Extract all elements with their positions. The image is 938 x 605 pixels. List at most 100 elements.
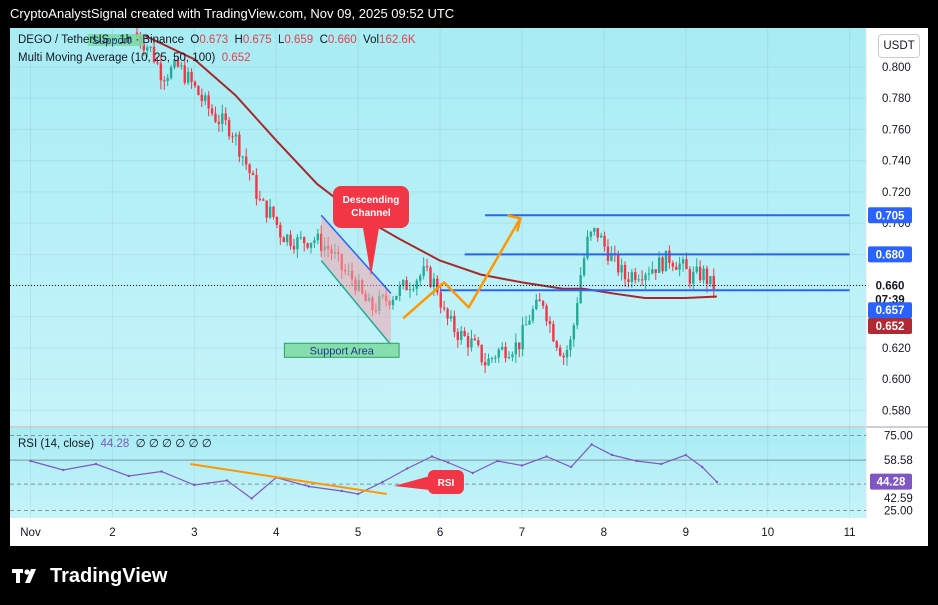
rsi-point xyxy=(356,492,360,496)
candle-body xyxy=(204,95,207,101)
ma-label: Multi Moving Average (10, 25, 50, 100) xyxy=(18,52,216,64)
candle-body xyxy=(463,330,466,337)
candle-body xyxy=(531,309,535,321)
legend-low: 0.659 xyxy=(284,34,314,46)
candle-body xyxy=(422,266,425,276)
x-tick-label: 7 xyxy=(519,527,525,539)
rsi-tick-upper: 75.00 xyxy=(884,431,913,443)
candle-body xyxy=(627,279,630,282)
candle-body xyxy=(313,240,316,243)
descending-channel-label-line2: Channel xyxy=(351,208,391,219)
candle-body xyxy=(303,237,306,244)
y-tick-label: 0.800 xyxy=(882,62,911,74)
badge-680: 0.680 xyxy=(876,249,905,261)
candle-body xyxy=(528,320,531,325)
rsi-point xyxy=(430,455,434,458)
candle-body xyxy=(620,264,623,273)
candle-body xyxy=(596,228,599,238)
candle-body xyxy=(296,237,299,250)
candle-body xyxy=(224,113,227,121)
candle-body xyxy=(483,362,487,366)
rsi-point xyxy=(160,470,163,473)
rsi-point xyxy=(307,485,311,488)
y-tick-label: 0.620 xyxy=(882,343,911,355)
candle-body xyxy=(200,95,204,101)
candle-body xyxy=(412,288,415,290)
candle-body xyxy=(514,342,518,355)
candle-body xyxy=(603,235,606,247)
legend-open: 0.673 xyxy=(199,34,229,46)
candle-body xyxy=(593,228,596,232)
candle-body xyxy=(190,71,193,82)
candle-body xyxy=(408,289,412,291)
price-chart[interactable]: Support AreaSupportDescendingChannel RSI… xyxy=(10,28,928,546)
candle-body xyxy=(275,216,279,225)
y-tick-label: 0.600 xyxy=(882,374,911,386)
candle-body xyxy=(599,235,603,238)
candle-body xyxy=(705,268,709,284)
candle-body xyxy=(210,108,214,114)
candle-body xyxy=(244,156,248,165)
rsi-legend: RSI (14, close) 44.28 ∅ ∅ ∅ ∅ ∅ ∅ xyxy=(18,436,212,450)
candle-body xyxy=(541,301,545,306)
candle-body xyxy=(299,237,302,239)
rsi-tick-lower: 42.59 xyxy=(884,493,913,505)
candle-body xyxy=(159,63,163,81)
candle-body xyxy=(637,279,640,281)
candle-body xyxy=(487,358,490,366)
candle-body xyxy=(654,269,657,273)
candle-body xyxy=(569,339,572,351)
candle-body xyxy=(439,292,442,308)
rsi-point xyxy=(610,453,614,457)
currency-button[interactable]: USDT xyxy=(878,34,920,58)
rsi-point xyxy=(496,459,499,463)
candle-body xyxy=(678,263,681,270)
x-tick-label: 5 xyxy=(355,527,361,539)
rsi-point xyxy=(250,497,253,500)
candle-body xyxy=(251,173,255,176)
candle-body xyxy=(166,78,169,81)
candle-body xyxy=(282,237,285,243)
candle-body xyxy=(193,81,197,87)
rsi-point xyxy=(660,462,663,466)
rsi-point xyxy=(700,465,704,469)
candle-body xyxy=(401,280,405,286)
candle-body xyxy=(668,250,671,263)
candle-body xyxy=(630,272,634,282)
rsi-point xyxy=(29,459,32,463)
candle-body xyxy=(207,95,210,109)
symbol-name: DEGO / TetherUS · 1h · Binance xyxy=(18,34,184,46)
candle-body xyxy=(651,269,654,274)
chart-area[interactable]: Support Area Support Descending Channel RSI… xyxy=(10,28,928,546)
candle-body xyxy=(398,285,401,296)
candle-body xyxy=(504,346,507,359)
symbol-legend: DEGO / TetherUS · 1h · Binance O0.673 H0… xyxy=(18,34,416,46)
candle-body xyxy=(640,279,644,281)
candle-body xyxy=(688,269,692,284)
candle-body xyxy=(429,267,432,288)
candle-body xyxy=(709,276,712,284)
candle-body xyxy=(644,274,647,281)
rsi-point xyxy=(684,453,687,457)
candle-body xyxy=(500,346,504,350)
ma-value: 0.652 xyxy=(221,52,251,64)
candle-body xyxy=(507,357,511,359)
y-tick-label: 0.580 xyxy=(882,405,911,417)
x-tick-label: 3 xyxy=(191,527,197,539)
descending-channel-callout xyxy=(333,186,409,228)
y-tick-label: 0.780 xyxy=(882,93,911,105)
badge-last-price: 0.660 xyxy=(876,281,905,293)
candle-body xyxy=(306,243,309,248)
candle-body xyxy=(562,355,565,358)
rsi-current-badge: 44.28 xyxy=(877,477,906,489)
candle-body xyxy=(702,268,705,281)
candle-body xyxy=(511,354,514,358)
candle-body xyxy=(163,80,166,82)
badge-705: 0.705 xyxy=(876,210,905,222)
candle-body xyxy=(470,338,473,348)
chart-caption: CryptoAnalystSignal created with Trading… xyxy=(0,0,938,28)
candle-body xyxy=(695,266,698,272)
rsi-point xyxy=(381,480,384,484)
rsi-callout-label: RSI xyxy=(438,478,455,489)
rsi-value: 44.28 xyxy=(100,438,130,450)
